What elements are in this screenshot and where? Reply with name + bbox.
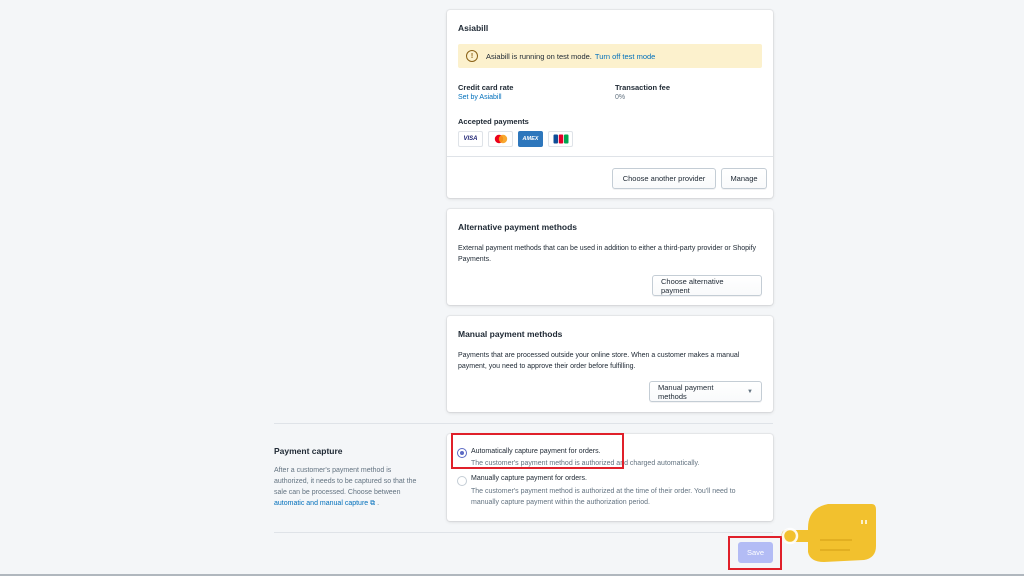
payment-capture-section: Payment capture After a customer's payme… bbox=[274, 446, 424, 509]
footer-divider bbox=[274, 532, 773, 533]
manage-button[interactable]: Manage bbox=[721, 168, 767, 189]
section-divider bbox=[274, 423, 773, 424]
save-button[interactable]: Save bbox=[738, 542, 773, 563]
choose-another-provider-button[interactable]: Choose another provider bbox=[612, 168, 716, 189]
warning-icon: ! bbox=[466, 50, 478, 62]
asiabill-card: Asiabill ! Asiabill is running on test m… bbox=[447, 10, 773, 198]
dropdown-label: Manual payment methods bbox=[658, 382, 714, 401]
manual-description: Payments that are processed outside your… bbox=[458, 352, 740, 370]
asiabill-title: Asiabill bbox=[458, 23, 489, 33]
payment-capture-title: Payment capture bbox=[274, 446, 343, 456]
visa-icon: VISA bbox=[458, 131, 483, 147]
transaction-fee: Transaction fee 0% bbox=[615, 82, 670, 103]
manual-capture-label[interactable]: Manually capture payment for orders. bbox=[471, 474, 587, 484]
alternative-title: Alternative payment methods bbox=[458, 222, 578, 232]
amex-icon: AMEX bbox=[518, 131, 543, 147]
capture-docs-link[interactable]: automatic and manual capture bbox=[274, 500, 368, 507]
manual-title: Manual payment methods bbox=[458, 329, 563, 339]
pointing-hand-icon bbox=[781, 504, 876, 562]
alternative-payments-card: Alternative payment methods External pay… bbox=[447, 209, 773, 305]
banner-text: Asiabill is running on test mode. bbox=[486, 51, 592, 61]
payment-capture-description: After a customer's payment method is aut… bbox=[274, 467, 417, 507]
external-link-icon: ⧉ bbox=[370, 500, 376, 507]
credit-card-rate: Credit card rate Set by Asiabill bbox=[458, 82, 513, 103]
highlight-box bbox=[451, 433, 624, 469]
caret-down-icon: ▼ bbox=[747, 388, 753, 395]
accepted-payments-label: Accepted payments bbox=[458, 117, 529, 126]
manual-capture-help: The customer's payment method is authori… bbox=[471, 488, 736, 506]
test-mode-banner: ! Asiabill is running on test mode. Turn… bbox=[458, 44, 762, 68]
transaction-fee-value: 0% bbox=[615, 94, 626, 101]
jcb-icon bbox=[548, 131, 573, 147]
transaction-fee-label: Transaction fee bbox=[615, 83, 671, 92]
choose-alternative-payment-button[interactable]: Choose alternative payment bbox=[652, 275, 762, 296]
card-divider bbox=[447, 156, 773, 157]
manual-payment-methods-dropdown[interactable]: Manual payment methods ▼ bbox=[649, 381, 762, 402]
set-by-asiabill-link[interactable]: Set by Asiabill bbox=[458, 93, 513, 103]
turn-off-test-mode-link[interactable]: Turn off test mode bbox=[595, 52, 655, 61]
manual-payments-card: Manual payment methods Payments that are… bbox=[447, 316, 773, 412]
credit-rate-label: Credit card rate bbox=[458, 83, 514, 92]
alternative-description: External payment methods that can be use… bbox=[458, 245, 757, 263]
mastercard-icon bbox=[488, 131, 513, 147]
manual-capture-radio[interactable] bbox=[457, 476, 467, 486]
